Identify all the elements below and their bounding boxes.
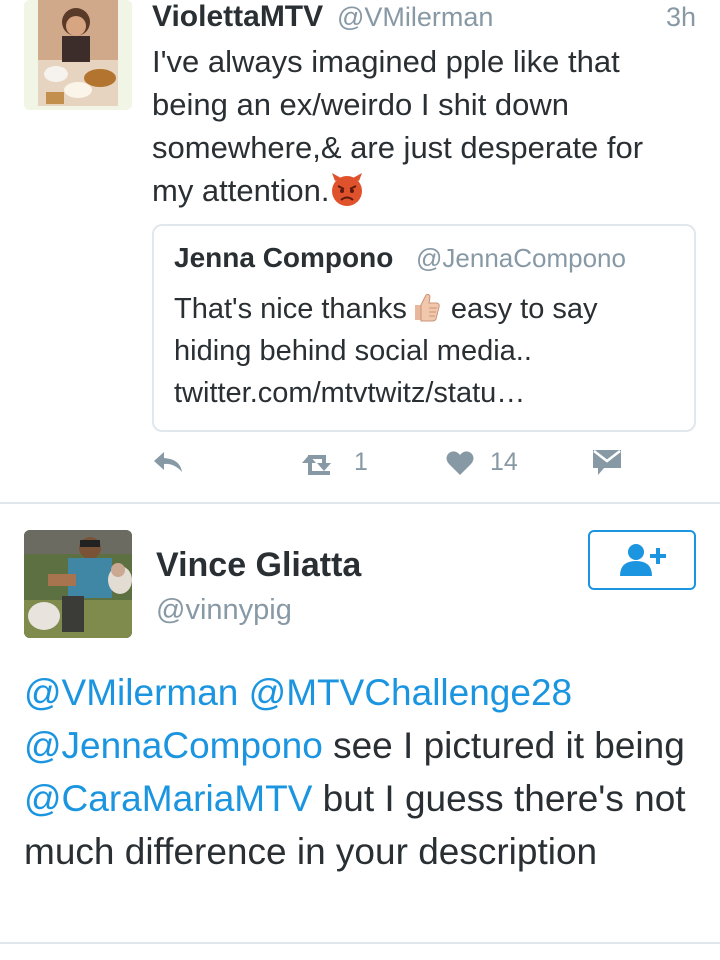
angry-face-emoji-icon (332, 173, 363, 206)
thumbs-up-emoji-icon (414, 293, 440, 322)
retweet-count: 1 (354, 448, 368, 476)
tweet[interactable]: ViolettaMTV @VMilerman 3h I've always im… (0, 0, 720, 504)
retweet-button[interactable]: 1 (300, 448, 368, 477)
reply-icon (154, 452, 182, 472)
follow-button[interactable] (588, 530, 696, 590)
tweet[interactable]: Vince Gliatta @vinnypig @VMilerman @MTVC… (0, 504, 720, 944)
avatar[interactable] (24, 0, 132, 110)
direct-message-button[interactable] (592, 448, 622, 476)
quoted-author-name: Jenna Compono (174, 242, 394, 273)
direct-message-icon (593, 450, 621, 475)
retweet-icon (302, 454, 331, 475)
author-handle[interactable]: @VMilerman (337, 0, 493, 34)
divider (0, 942, 720, 944)
timeline: ViolettaMTV @VMilerman 3h I've always im… (0, 0, 720, 960)
tweet-text: I've always imagined pple like that bein… (152, 40, 692, 212)
reply-button[interactable] (152, 448, 184, 476)
quoted-text-start: That's nice thanks (174, 293, 407, 325)
like-count: 14 (490, 448, 518, 476)
quoted-author-handle: @JennaCompono (416, 243, 626, 273)
tweet-timestamp[interactable]: 3h (666, 0, 696, 34)
mention-link[interactable]: @MTVChallenge28 (249, 672, 572, 713)
quoted-tweet[interactable]: Jenna Compono @JennaCompono That's nice … (152, 224, 696, 432)
follow-person-plus-icon (620, 544, 666, 576)
tweet-text: @VMilerman @MTVChallenge28 @JennaCompono… (24, 666, 704, 878)
tweet-text-segment: see I pictured it being (322, 725, 685, 766)
avatar[interactable] (24, 530, 132, 638)
tweet-text-body: I've always imagined pple like that bein… (152, 44, 644, 208)
mention-link[interactable]: @CaraMariaMTV (24, 778, 312, 819)
like-button[interactable]: 14 (446, 448, 518, 477)
heart-icon (446, 450, 474, 475)
author-handle[interactable]: @vinnypig (156, 594, 292, 627)
author-name[interactable]: Vince Gliatta (156, 546, 361, 585)
author-name[interactable]: ViolettaMTV (152, 0, 323, 34)
tweet-text-segment (238, 672, 248, 713)
tweet-actions: 1 14 (0, 448, 720, 488)
quoted-tweet-text: That's nice thanks easy to say hiding be… (174, 288, 679, 414)
mention-link[interactable]: @JennaCompono (24, 725, 323, 766)
mention-link[interactable]: @VMilerman (24, 672, 238, 713)
